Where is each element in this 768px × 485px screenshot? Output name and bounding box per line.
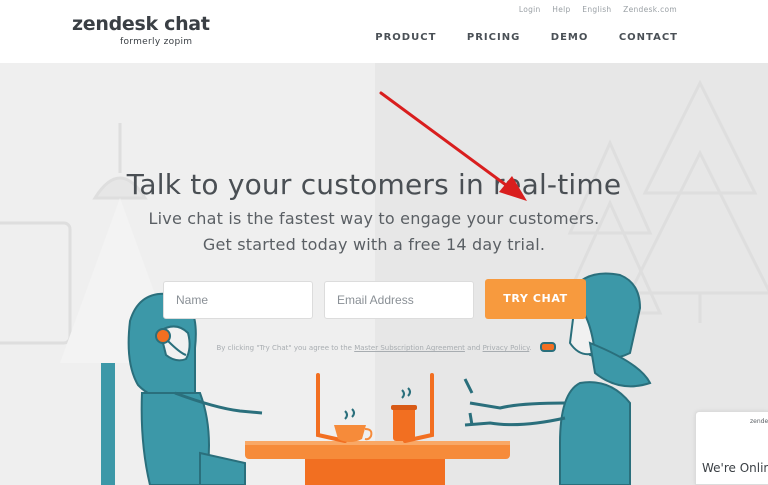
logo-text: zendesk chat — [72, 13, 210, 35]
login-link[interactable]: Login — [519, 5, 541, 14]
hero-headline: Talk to your customers in real-time — [126, 168, 622, 201]
language-link[interactable]: English — [582, 5, 611, 14]
main-nav: PRODUCT PRICING DEMO CONTACT — [349, 32, 678, 43]
hero-subtitle-1: Live chat is the fastest way to engage y… — [148, 209, 600, 228]
terms-text: By clicking "Try Chat" you agree to the — [216, 344, 352, 352]
terms-notice: By clicking "Try Chat" you agree to the … — [0, 344, 748, 352]
master-subscription-link[interactable]: Master Subscription Agreement — [354, 344, 465, 352]
nav-pricing[interactable]: PRICING — [467, 32, 520, 43]
widget-status: We're Online — [702, 461, 768, 475]
zendesk-chat-logo[interactable]: zendesk chat formerly zopim — [72, 14, 210, 47]
nav-contact[interactable]: CONTACT — [619, 32, 678, 43]
widget-brand: zendesk — [750, 418, 768, 425]
chat-widget[interactable]: zendesk We're Online — [695, 411, 768, 485]
utility-nav: Login Help English Zendesk.com — [510, 5, 677, 14]
hero-subtitle-2: Get started today with a free 14 day tri… — [202, 235, 546, 254]
zendesk-com-link[interactable]: Zendesk.com — [623, 5, 677, 14]
coffee-cup — [334, 408, 373, 442]
nav-product[interactable]: PRODUCT — [375, 32, 436, 43]
terms-and: and — [467, 344, 481, 352]
woman-agent — [101, 292, 263, 485]
try-chat-button[interactable]: TRY CHAT — [485, 279, 586, 319]
hero-illustration — [0, 79, 768, 485]
table — [245, 441, 510, 485]
terms-end: . — [529, 344, 532, 352]
help-link[interactable]: Help — [552, 5, 570, 14]
logo-subtitle: formerly zopim — [120, 37, 193, 47]
name-input[interactable] — [163, 281, 313, 319]
takeaway-cup — [391, 387, 417, 441]
site-header: zendesk chat formerly zopim Login Help E… — [0, 0, 768, 63]
email-input[interactable] — [324, 281, 474, 319]
privacy-policy-link[interactable]: Privacy Policy — [483, 344, 530, 352]
nav-demo[interactable]: DEMO — [551, 32, 589, 43]
hero-section: Talk to your customers in real-time Live… — [0, 63, 768, 485]
